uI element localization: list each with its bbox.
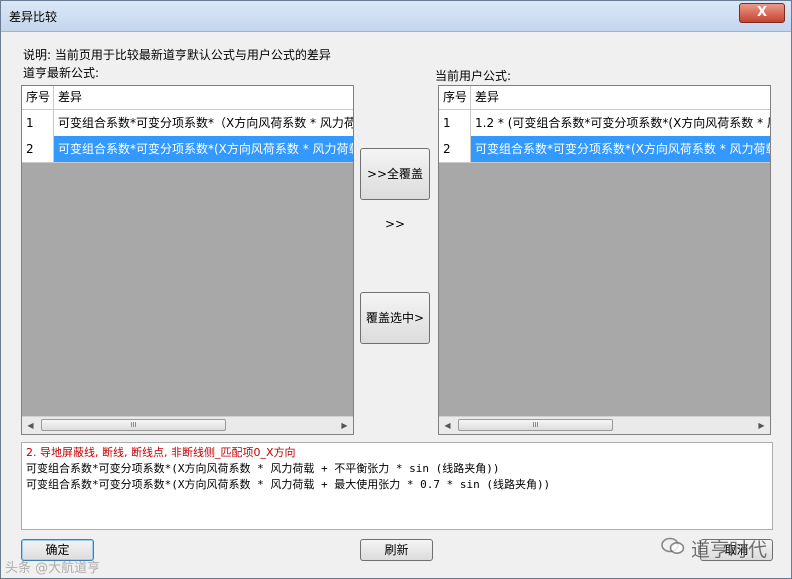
right-horizontal-scrollbar[interactable]: ◀ III ▶ <box>439 416 770 434</box>
column-header-index[interactable]: 序号 <box>439 86 471 109</box>
right-formula-grid[interactable]: 序号 差异 1 1.2 * (可变组合系数*可变分项系数*(X方向风荷系数 * … <box>438 85 771 435</box>
row-index-cell: 1 <box>22 110 54 136</box>
row-formula-cell: 1.2 * (可变组合系数*可变分项系数*(X方向风荷系数 * 风 <box>475 116 770 130</box>
diff-compare-dialog: 差异比较 X 说明: 当前页用于比较最新道亨默认公式与用户公式的差异 道亨最新公… <box>0 0 792 579</box>
row-index-cell: 1 <box>439 110 471 136</box>
column-header-diff[interactable]: 差异 <box>54 86 353 109</box>
title-bar: 差异比较 X <box>1 1 791 32</box>
refresh-button[interactable]: 刷新 <box>360 539 433 561</box>
row-formula-cell: 可变组合系数*可变分项系数*（X方向风荷系数 * 风力荷 <box>58 116 353 130</box>
scroll-left-arrow-icon[interactable]: ◀ <box>439 417 456 434</box>
scroll-thumb[interactable]: III <box>41 419 226 431</box>
right-grid-label: 当前用户公式: <box>435 69 512 83</box>
row-index-cell: 2 <box>439 136 471 162</box>
row-index-cell: 2 <box>22 136 54 162</box>
table-row-selected[interactable]: 2 可变组合系数*可变分项系数*(X方向风荷系数 * 风力荷载 <box>22 136 353 163</box>
description-text: 说明: 当前页用于比较最新道亨默认公式与用户公式的差异 <box>23 48 331 62</box>
overwrite-selected-button[interactable]: 覆盖选中> <box>360 292 430 344</box>
diff-detail-textbox[interactable]: 2. 导地屏蔽线, 断线, 断线点, 非断线侧_匹配项0_X方向 可变组合系数*… <box>21 442 773 530</box>
wechat-icon <box>660 536 686 556</box>
table-row[interactable]: 1 可变组合系数*可变分项系数*（X方向风荷系数 * 风力荷 <box>22 110 353 137</box>
row-formula-cell: 可变组合系数*可变分项系数*(X方向风荷系数 * 风力荷载 <box>54 136 353 162</box>
close-button[interactable]: X <box>739 3 785 23</box>
scroll-right-arrow-icon[interactable]: ▶ <box>336 417 353 434</box>
diff-user-formula-line: 可变组合系数*可变分项系数*(X方向风荷系数 * 风力荷载 + 不平衡张力 * … <box>26 462 500 475</box>
overwrite-all-button[interactable]: >>全覆盖>> <box>360 148 430 231</box>
scroll-thumb[interactable]: III <box>458 419 613 431</box>
left-grid-label: 道亨最新公式: <box>23 66 100 80</box>
scroll-left-arrow-icon[interactable]: ◀ <box>22 417 39 434</box>
left-horizontal-scrollbar[interactable]: ◀ III ▶ <box>22 416 353 434</box>
table-row[interactable]: 1 1.2 * (可变组合系数*可变分项系数*(X方向风荷系数 * 风 <box>439 110 770 137</box>
left-grid-header: 序号 差异 <box>22 86 353 110</box>
window-title: 差异比较 <box>9 10 58 24</box>
column-header-diff[interactable]: 差异 <box>471 86 770 109</box>
watermark-brand: 道亨时代 <box>691 539 768 561</box>
watermark-source: 头条 @大航道亨 <box>5 561 101 576</box>
left-formula-grid[interactable]: 序号 差异 1 可变组合系数*可变分项系数*（X方向风荷系数 * 风力荷 2 可… <box>21 85 354 435</box>
table-row-selected[interactable]: 2 可变组合系数*可变分项系数*(X方向风荷系数 * 风力荷载 <box>439 136 770 163</box>
diff-item-title: 2. 导地屏蔽线, 断线, 断线点, 非断线侧_匹配项0_X方向 <box>26 446 296 459</box>
scroll-right-arrow-icon[interactable]: ▶ <box>753 417 770 434</box>
column-header-index[interactable]: 序号 <box>22 86 54 109</box>
row-formula-cell: 可变组合系数*可变分项系数*(X方向风荷系数 * 风力荷载 <box>471 136 770 162</box>
right-grid-header: 序号 差异 <box>439 86 770 110</box>
diff-latest-formula-line: 可变组合系数*可变分项系数*(X方向风荷系数 * 风力荷载 + 最大使用张力 *… <box>26 478 551 491</box>
